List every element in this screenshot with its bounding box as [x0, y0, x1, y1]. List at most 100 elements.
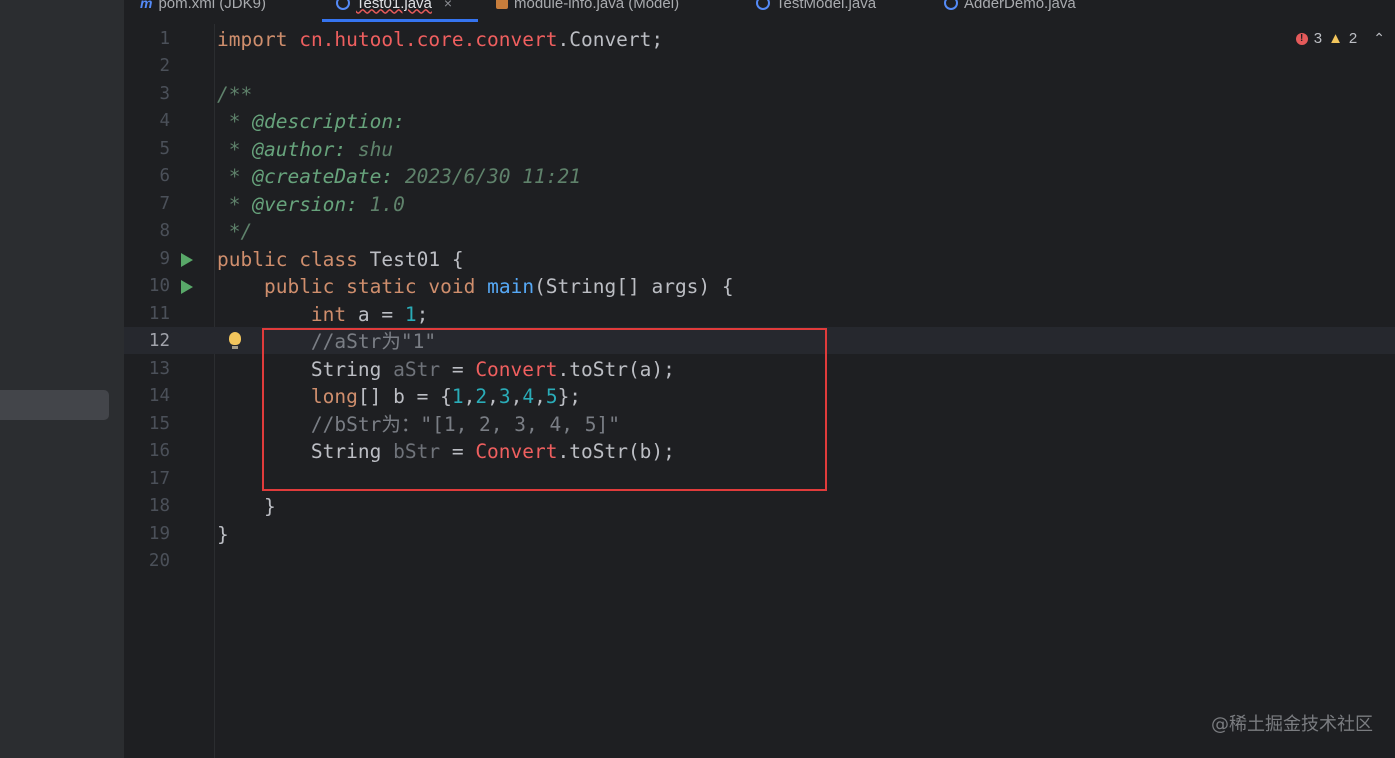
- editor-tab-bar: m pom.xml (JDK9) Test01.java × module-info.j…: [124, 0, 1395, 22]
- active-tab-indicator: [322, 19, 478, 22]
- code-token: int: [310, 302, 347, 326]
- class-icon: [756, 0, 770, 10]
- code-text: public static void main(String[] args) {: [217, 273, 734, 301]
- code-token: }: [217, 495, 276, 518]
- code-token: public: [263, 275, 335, 298]
- line-number: 18: [148, 496, 170, 516]
- code-line[interactable]: 10 public static void main(String[] args…: [124, 273, 1395, 301]
- warning-icon: ▲: [1328, 30, 1343, 47]
- code-token: @version:: [252, 192, 358, 216]
- annotation-highlight-box: [262, 328, 827, 491]
- code-token: *: [217, 165, 253, 188]
- module-icon: [496, 0, 508, 9]
- code-text: */: [217, 218, 253, 246]
- line-number: 20: [148, 551, 170, 571]
- watermark: @稀土掘金技术社区: [1211, 714, 1373, 735]
- chevron-up-icon[interactable]: ⌃: [1373, 30, 1385, 47]
- code-token: @createDate:: [252, 165, 394, 188]
- code-text: public class Test01 {: [217, 246, 464, 274]
- code-line[interactable]: 11 int a = 1;: [124, 301, 1395, 329]
- code-token: main: [487, 275, 535, 298]
- code-token: static: [346, 275, 417, 298]
- code-text: * @createDate: 2023/6/30 11:21: [217, 163, 581, 191]
- line-number: 9: [159, 248, 170, 269]
- tab-label: Test01.java: [356, 0, 432, 12]
- code-token: void: [428, 275, 476, 298]
- code-token: }: [217, 522, 229, 546]
- code-line[interactable]: 7 * @version: 1.0: [124, 191, 1395, 219]
- tab-label: AdderDemo.java: [964, 0, 1076, 12]
- line-number: 4: [159, 111, 170, 131]
- code-token: 1: [404, 302, 417, 326]
- class-icon: [944, 0, 958, 10]
- warning-count: 2: [1348, 30, 1358, 47]
- code-token: shu: [346, 137, 394, 161]
- line-number: 13: [148, 358, 170, 379]
- line-number: 1: [159, 28, 170, 49]
- code-token: (String[] args) {: [534, 275, 734, 298]
- code-line[interactable]: 4 * @description:: [124, 108, 1395, 136]
- code-token: *: [217, 110, 253, 133]
- code-text: /**: [217, 81, 252, 109]
- code-token: *: [217, 192, 253, 216]
- sidebar-selected-item[interactable]: [0, 390, 109, 420]
- code-line[interactable]: 9 public class Test01 {: [124, 246, 1395, 274]
- tab-0[interactable]: m pom.xml (JDK9): [140, 0, 266, 13]
- code-line[interactable]: 2: [124, 53, 1395, 81]
- run-icon[interactable]: [181, 280, 193, 294]
- tab-1[interactable]: Test01.java ×: [336, 0, 452, 13]
- code-token: /**: [217, 82, 253, 106]
- tab-2[interactable]: module-info.java (Model): [496, 0, 679, 13]
- code-text: int a = 1;: [217, 301, 428, 329]
- inspection-widget[interactable]: ! 3 ▲ 2 ⌃: [1295, 30, 1385, 47]
- line-number: 3: [159, 83, 170, 104]
- code-line[interactable]: 8 */: [124, 218, 1395, 246]
- code-line[interactable]: 18 }: [124, 493, 1395, 521]
- code-text: import cn.hutool.core.convert.Convert;: [217, 26, 663, 54]
- tab-label: module-info.java (Model): [514, 0, 680, 12]
- tab-3[interactable]: TestModel.java: [756, 0, 876, 13]
- line-number: 17: [148, 468, 170, 489]
- code-line[interactable]: 19}: [124, 521, 1395, 549]
- code-line[interactable]: 1 import cn.hutool.core.convert.Convert;: [124, 26, 1395, 54]
- line-number: 11: [148, 303, 170, 324]
- line-number: 2: [159, 56, 170, 76]
- line-number: 8: [159, 221, 170, 241]
- line-number: 10: [148, 276, 170, 296]
- code-text: * @version: 1.0: [217, 191, 405, 219]
- code-line[interactable]: 6 * @createDate: 2023/6/30 11:21: [124, 163, 1395, 191]
- code-text: }: [217, 521, 229, 549]
- code-line[interactable]: 3 /**: [124, 81, 1395, 109]
- code-token: cn.hutool.core.convert: [299, 27, 558, 51]
- close-icon[interactable]: ×: [444, 0, 452, 11]
- code-token: 2023/6/30 11:21: [393, 165, 581, 188]
- tab-label: TestModel.java: [776, 0, 877, 12]
- run-icon[interactable]: [181, 252, 193, 267]
- code-token: ;: [416, 302, 429, 326]
- tab-label: pom.xml (JDK9): [158, 0, 266, 12]
- line-number: 14: [148, 386, 170, 406]
- code-line[interactable]: 20: [124, 548, 1395, 576]
- line-number: 7: [159, 193, 170, 214]
- line-number: 12: [148, 331, 170, 351]
- line-number: 5: [159, 138, 170, 159]
- line-number: 6: [159, 166, 170, 186]
- line-number: 16: [148, 441, 170, 461]
- tab-4[interactable]: AdderDemo.java: [944, 0, 1076, 13]
- class-icon: [336, 0, 350, 10]
- error-count: 3: [1313, 30, 1323, 47]
- code-token: Test01 {: [357, 247, 464, 271]
- code-token: */: [217, 220, 253, 243]
- line-number: 19: [148, 523, 170, 544]
- code-token: import: [217, 27, 288, 51]
- code-text: }: [217, 493, 276, 521]
- code-token: .Convert;: [557, 27, 664, 51]
- code-line[interactable]: 5 * @author: shu: [124, 136, 1395, 164]
- maven-icon: m: [140, 0, 153, 11]
- line-number: 15: [148, 413, 170, 434]
